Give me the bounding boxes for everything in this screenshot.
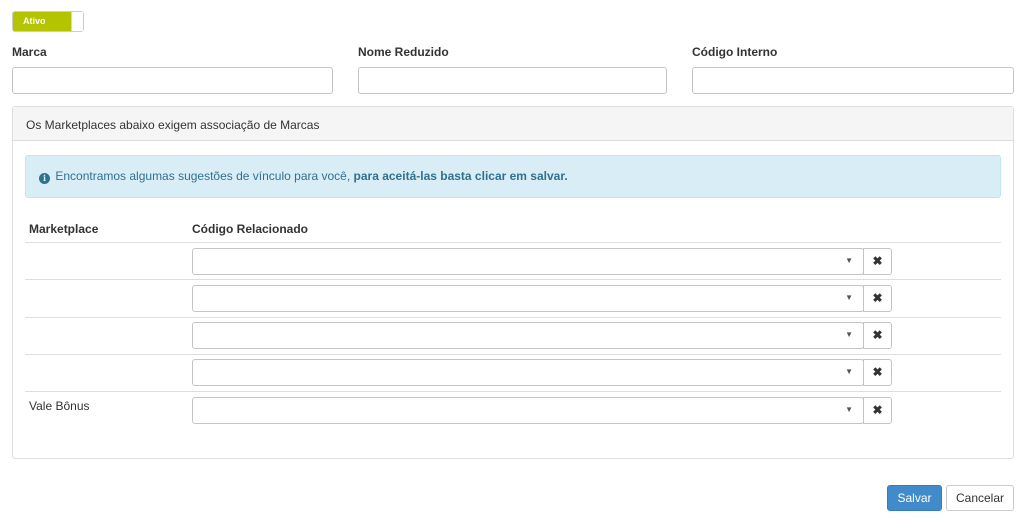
- codigo-relacionado-select[interactable]: ▼: [192, 397, 864, 424]
- toggle-knob[interactable]: [71, 12, 83, 31]
- status-toggle[interactable]: Ativo: [12, 11, 84, 32]
- column-header-codigo-relacionado: Código Relacionado: [192, 222, 309, 236]
- caret-down-icon: ▼: [845, 405, 853, 414]
- codigo-interno-input[interactable]: [692, 67, 1014, 94]
- nome-reduzido-input[interactable]: [358, 67, 667, 94]
- close-icon: ✖: [872, 403, 883, 417]
- caret-down-icon: ▼: [845, 367, 853, 376]
- toggle-label: Ativo: [13, 12, 71, 31]
- remove-button[interactable]: ✖: [863, 359, 892, 386]
- close-icon: ✖: [872, 328, 883, 342]
- row-divider: [25, 391, 1001, 392]
- marca-label: Marca: [12, 45, 47, 59]
- info-circle-icon: i: [39, 173, 50, 184]
- row-divider: [25, 279, 1001, 280]
- remove-button[interactable]: ✖: [863, 285, 892, 312]
- remove-button[interactable]: ✖: [863, 248, 892, 275]
- caret-down-icon: ▼: [845, 256, 853, 265]
- codigo-relacionado-select[interactable]: ▼: [192, 248, 864, 275]
- marketplace-name: Vale Bônus: [29, 399, 90, 413]
- row-divider: [25, 354, 1001, 355]
- codigo-relacionado-select[interactable]: ▼: [192, 322, 864, 349]
- codigo-relacionado-select[interactable]: ▼: [192, 285, 864, 312]
- column-header-marketplace: Marketplace: [29, 222, 99, 236]
- alert-strong-text: para aceitá-las basta clicar em salvar.: [353, 169, 568, 183]
- row-divider: [25, 242, 1001, 243]
- cancel-button[interactable]: Cancelar: [946, 485, 1014, 511]
- close-icon: ✖: [872, 365, 883, 379]
- suggestion-alert: i Encontramos algumas sugestões de víncu…: [25, 155, 1001, 198]
- nome-reduzido-label: Nome Reduzido: [358, 45, 449, 59]
- codigo-relacionado-select[interactable]: ▼: [192, 359, 864, 386]
- marketplace-panel: Os Marketplaces abaixo exigem associação…: [12, 106, 1014, 459]
- marca-input[interactable]: [12, 67, 333, 94]
- row-divider: [25, 317, 1001, 318]
- remove-button[interactable]: ✖: [863, 322, 892, 349]
- close-icon: ✖: [872, 291, 883, 305]
- alert-text: Encontramos algumas sugestões de vínculo…: [55, 169, 351, 183]
- codigo-interno-label: Código Interno: [692, 45, 778, 59]
- save-button[interactable]: Salvar: [887, 485, 942, 511]
- remove-button[interactable]: ✖: [863, 397, 892, 424]
- caret-down-icon: ▼: [845, 330, 853, 339]
- caret-down-icon: ▼: [845, 293, 853, 302]
- panel-heading: Os Marketplaces abaixo exigem associação…: [13, 107, 1013, 141]
- close-icon: ✖: [872, 254, 883, 268]
